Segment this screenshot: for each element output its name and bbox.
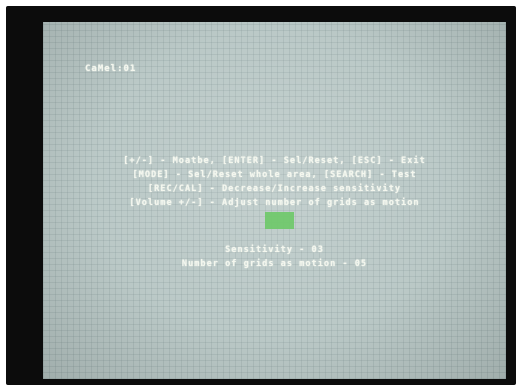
instruction-line: [REC/CAL] - Decrease/Increase sensitivit… [147, 184, 402, 194]
motion-detection-osd-screen: CaMel:01 [+/-] - Moatbe, [ENTER] - Sel/R… [43, 22, 506, 379]
instruction-line: [Volume +/-] - Adjust number of grids as… [129, 198, 420, 208]
monitor-bezel: CaMel:01 [+/-] - Moatbe, [ENTER] - Sel/R… [6, 6, 516, 385]
instruction-line: [MODE] - Sel/Reset whole area, [SEARCH] … [132, 170, 417, 180]
instruction-line: [+/-] - Moatbe, [ENTER] - Sel/Reset, [ES… [123, 156, 426, 166]
photo-frame: CaMel:01 [+/-] - Moatbe, [ENTER] - Sel/R… [0, 0, 518, 387]
camera-title: CaMel:01 [85, 64, 137, 74]
grid-count-value: Number of grids as motion - 05 [181, 259, 368, 269]
key-instructions: [+/-] - Moatbe, [ENTER] - Sel/Reset, [ES… [43, 154, 506, 210]
motion-grid-cursor[interactable] [265, 212, 294, 229]
motion-status: Sensitivity - 03 Number of grids as moti… [43, 243, 506, 271]
sensitivity-value: Sensitivity - 03 [225, 245, 324, 255]
